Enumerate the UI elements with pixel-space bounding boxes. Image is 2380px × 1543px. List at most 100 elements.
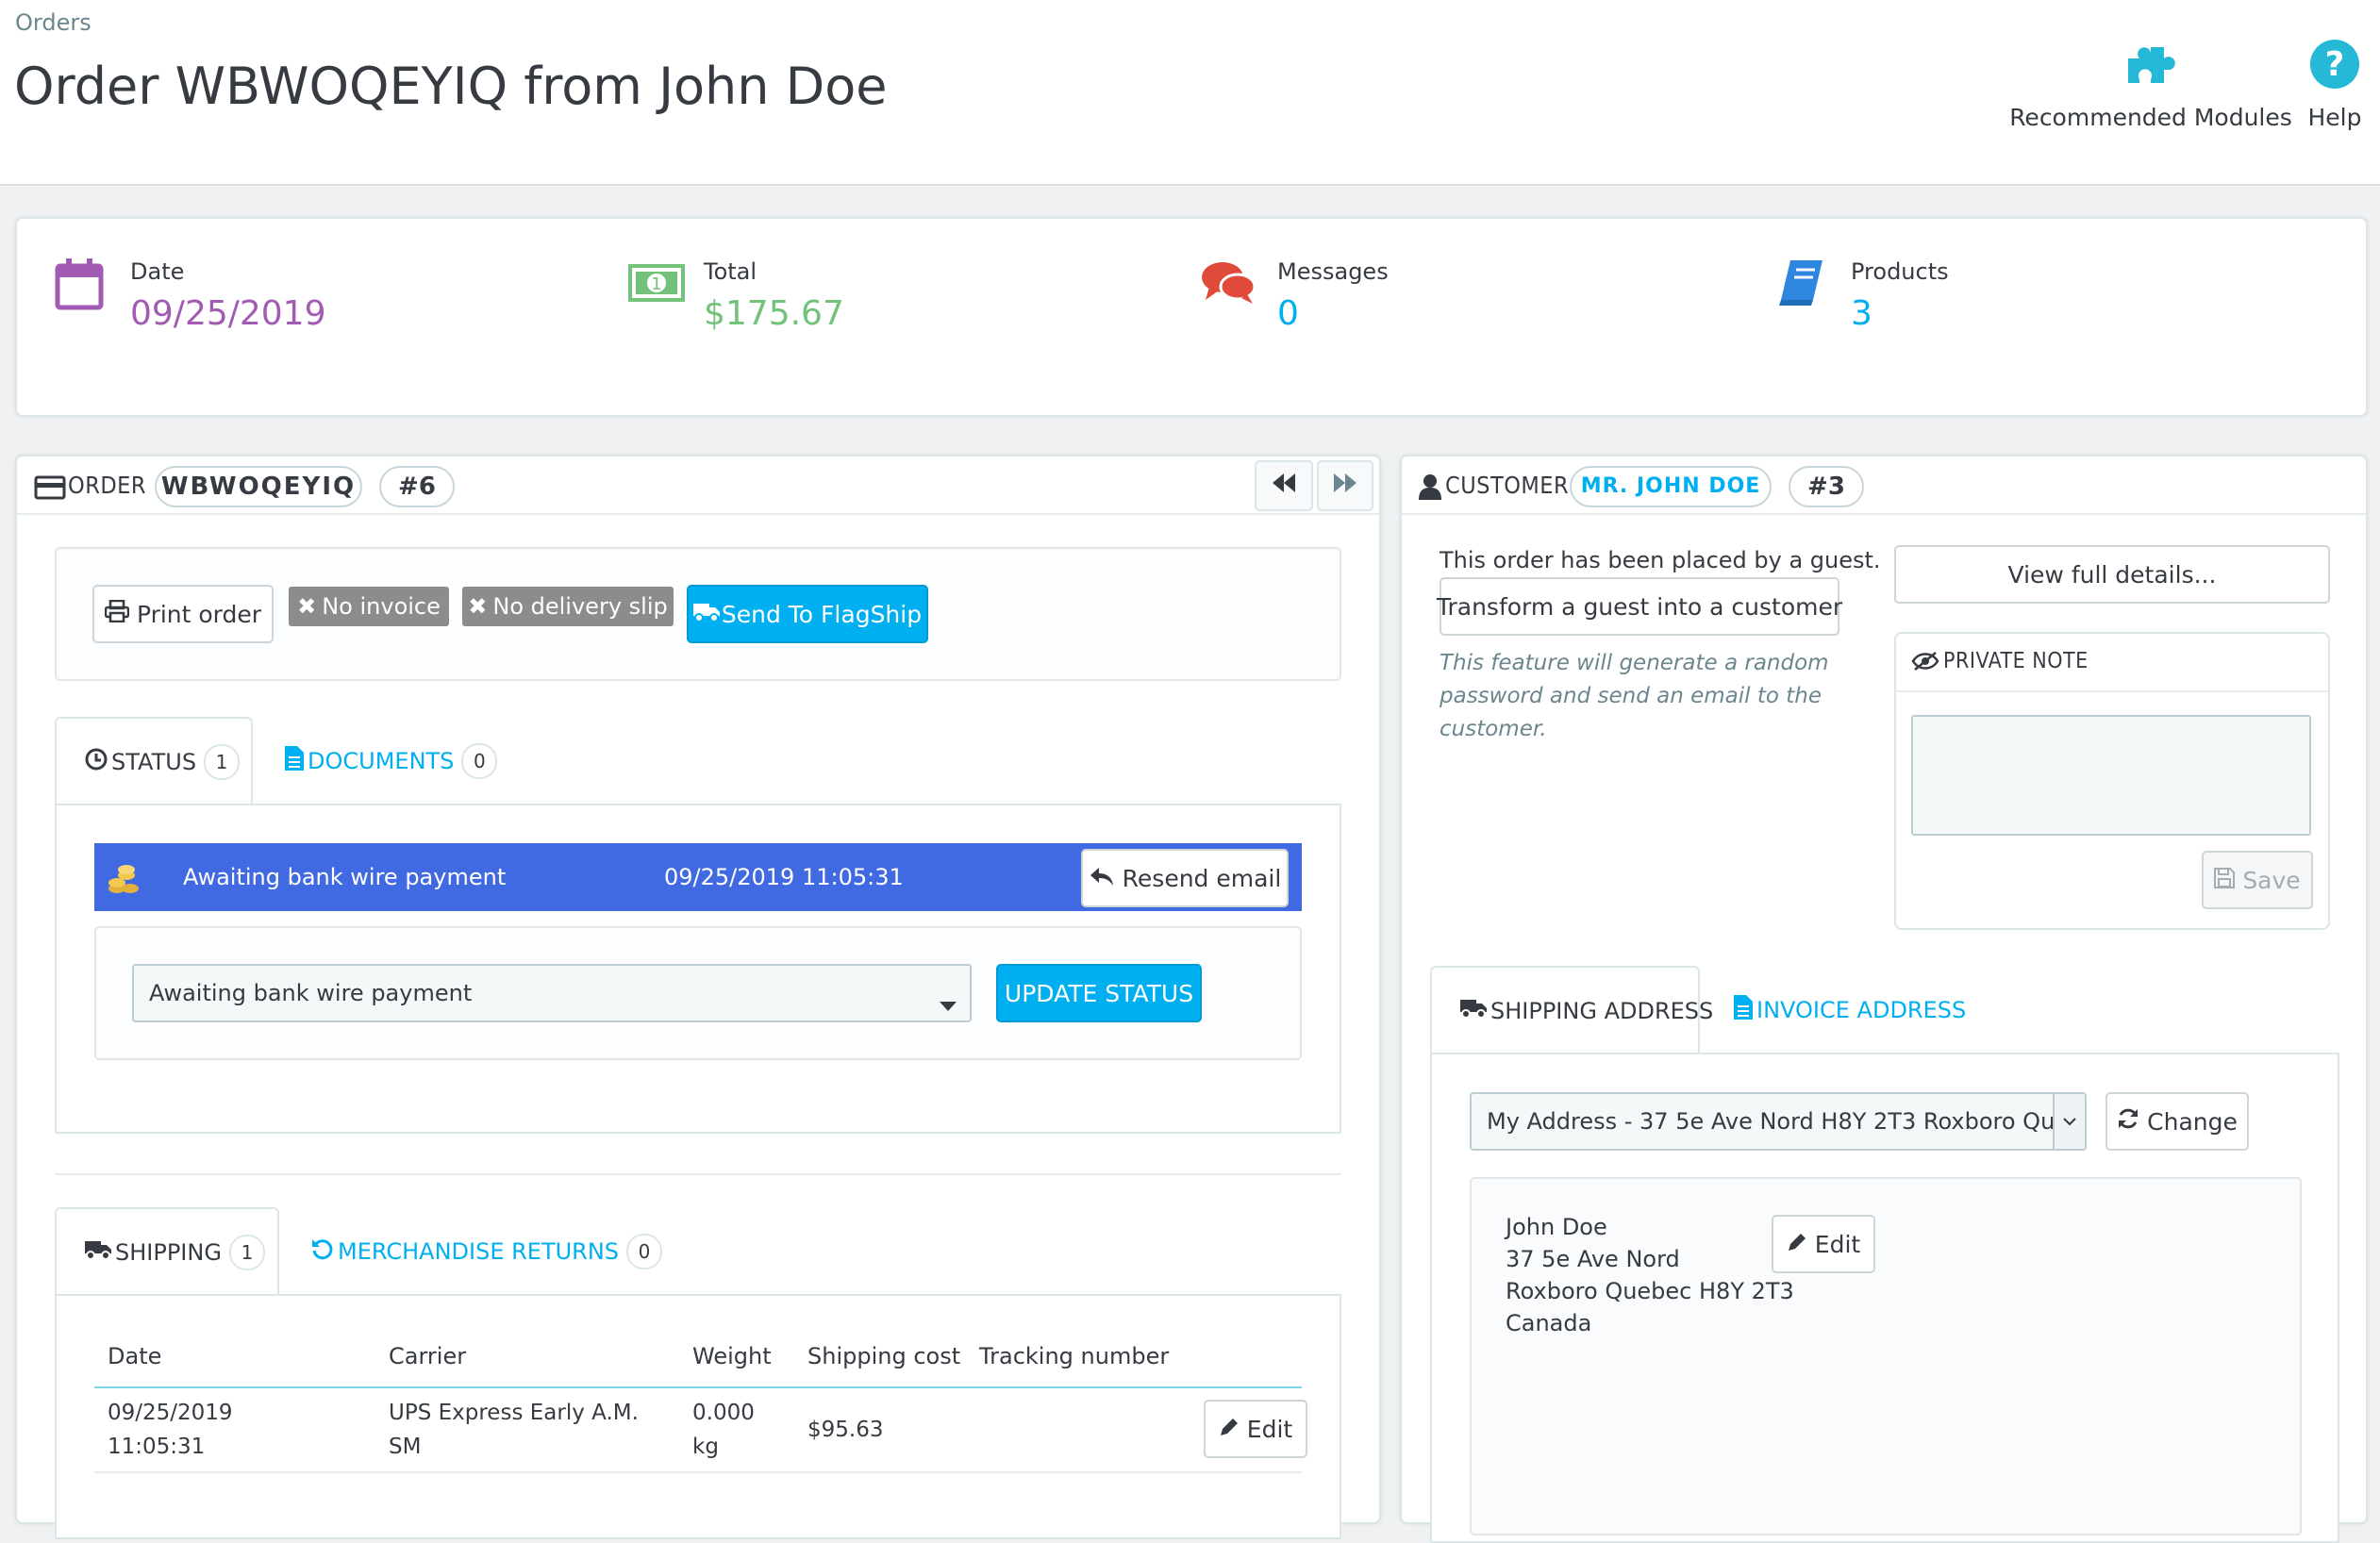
update-status-button[interactable]: UPDATE STATUS — [996, 964, 1202, 1022]
truck-icon — [692, 601, 720, 628]
status-update-well: Awaiting bank wire payment UPDATE STATUS — [94, 926, 1302, 1060]
kpi-panel: Date 09/25/2019 1 Total $175.67 Messages… — [15, 217, 2368, 417]
order-id-badge: #6 — [379, 466, 455, 507]
kpi-messages-value: 0 — [1277, 294, 1299, 333]
kpi-date-label: Date — [130, 258, 185, 285]
edit-shipping-label: Edit — [1246, 1415, 1293, 1443]
address-name: John Doe — [1506, 1214, 1607, 1240]
transform-guest-button[interactable]: Transform a guest into a customer — [1437, 577, 1842, 636]
change-address-button[interactable]: Change — [2105, 1092, 2249, 1151]
book-icon — [1777, 258, 1826, 311]
table-row-divider — [94, 1471, 1302, 1473]
no-delivery-slip-label: ✖ No delivery slip — [462, 587, 674, 626]
customer-heading: CUSTOMER — [1445, 472, 1570, 499]
column-header-weight: Weight — [692, 1343, 772, 1369]
tab-shipping[interactable]: SHIPPING 1 — [55, 1207, 279, 1296]
view-full-details-button[interactable]: View full details... — [1894, 545, 2330, 604]
shipping-tab-content: Date Carrier Weight Shipping cost Tracki… — [55, 1294, 1341, 1539]
tab-shipping-address[interactable]: SHIPPING ADDRESS — [1430, 966, 1713, 1054]
coins-icon — [108, 864, 140, 900]
column-header-carrier: Carrier — [389, 1343, 467, 1369]
address-city: Roxboro Quebec H8Y 2T3 — [1506, 1278, 1794, 1304]
address-street: 37 5e Ave Nord — [1506, 1246, 1680, 1272]
eye-slash-icon — [1911, 651, 1939, 675]
next-order-button[interactable] — [1317, 460, 1373, 511]
refresh-icon — [2117, 1107, 2139, 1136]
kpi-products-label: Products — [1851, 258, 1949, 285]
private-note-divider — [1896, 690, 2328, 692]
order-reference-badge: WBWOQEYIQ — [155, 466, 362, 507]
file-icon — [1734, 995, 1753, 1025]
reply-icon — [1089, 865, 1115, 892]
print-order-button[interactable]: Print order — [92, 585, 274, 643]
table-row-date: 09/25/2019 11:05:31 — [108, 1396, 233, 1464]
order-actions-well: Print order ✖ No invoice ✖ No delivery s… — [55, 547, 1341, 681]
tab-status[interactable]: STATUS 1 — [55, 717, 253, 805]
transform-help-line: customer. — [1440, 717, 1547, 741]
carrier-name: UPS Express Early A.M. — [389, 1401, 639, 1425]
edit-shipping-button[interactable]: Edit — [1204, 1400, 1307, 1458]
backward-icon — [1271, 472, 1297, 500]
column-header-tracking-number: Tracking number — [979, 1343, 1170, 1369]
order-heading: ORDER — [68, 472, 146, 499]
tab-documents[interactable]: DOCUMENTS 0 — [285, 717, 498, 805]
column-header-shipping-cost: Shipping cost — [807, 1343, 961, 1369]
tab-documents-label: DOCUMENTS — [308, 748, 455, 774]
previous-order-button[interactable] — [1255, 460, 1313, 511]
customer-id-badge: #3 — [1789, 466, 1864, 507]
help-button[interactable]: ? Help — [2302, 38, 2368, 131]
no-invoice-text: No invoice — [322, 593, 441, 620]
address-select[interactable]: My Address - 37 5e Ave Nord H8Y 2T3 Roxb… — [1470, 1092, 2087, 1151]
private-note-heading: PRIVATE NOTE — [1943, 649, 2089, 673]
puzzle-icon — [2009, 38, 2292, 91]
address-country: Canada — [1506, 1310, 1592, 1336]
save-note-button[interactable]: Save — [2202, 851, 2313, 909]
edit-address-button[interactable]: Edit — [1772, 1215, 1875, 1273]
kpi-date-value: 09/25/2019 — [130, 294, 326, 333]
calendar-icon — [55, 258, 104, 315]
table-row-cost: $95.63 — [807, 1418, 884, 1442]
status-select[interactable]: Awaiting bank wire payment — [132, 964, 972, 1022]
kpi-total-value: $175.67 — [704, 294, 844, 333]
send-to-flagship-button[interactable]: Send To FlagShip — [687, 585, 928, 643]
help-icon: ? — [2302, 38, 2368, 91]
section-divider — [55, 1173, 1341, 1175]
update-status-label: UPDATE STATUS — [1004, 979, 1194, 1007]
transform-help-line: password and send an email to the — [1440, 684, 1822, 708]
close-icon: ✖ — [468, 593, 488, 620]
resend-email-button[interactable]: Resend email — [1081, 849, 1289, 907]
file-icon — [285, 746, 304, 776]
credit-card-icon — [34, 475, 66, 504]
private-note-textarea[interactable] — [1911, 715, 2311, 836]
table-header-divider — [94, 1386, 1302, 1388]
customer-name-link[interactable]: MR. JOHN DOE — [1570, 466, 1772, 507]
address-select-value: My Address - 37 5e Ave Nord H8Y 2T3 Roxb… — [1487, 1108, 2087, 1135]
breadcrumb[interactable]: Orders — [15, 9, 92, 36]
history-status: Awaiting bank wire payment — [183, 864, 507, 890]
guest-notice: This order has been placed by a guest. — [1440, 547, 1881, 573]
order-panel: ORDER WBWOQEYIQ #6 Print order ✖ No invo… — [15, 455, 1381, 1539]
status-select-value: Awaiting bank wire payment — [149, 980, 473, 1006]
page-header: Orders Order WBWOQEYIQ from John Doe Rec… — [0, 0, 2380, 186]
customer-panel: CUSTOMER MR. JOHN DOE #3 This order has … — [1400, 455, 2368, 1543]
no-delivery-slip-text: No delivery slip — [492, 593, 668, 620]
tab-invoice-address[interactable]: INVOICE ADDRESS — [1734, 966, 1966, 1054]
caret-down-icon — [940, 990, 957, 1017]
chevron-down-icon — [2053, 1094, 2085, 1149]
save-note-label: Save — [2242, 866, 2301, 894]
print-order-label: Print order — [136, 600, 262, 628]
carrier-name-cont: SM — [389, 1435, 422, 1459]
user-icon — [1419, 473, 1441, 504]
documents-count-badge: 0 — [461, 743, 498, 779]
shipping-count-badge: 1 — [228, 1235, 265, 1270]
help-label: Help — [2307, 104, 2362, 131]
tab-shipping-address-label: SHIPPING ADDRESS — [1490, 998, 1714, 1024]
pencil-icon — [1219, 1416, 1240, 1443]
tab-merchandise-returns[interactable]: MERCHANDISE RETURNS 0 — [311, 1207, 663, 1296]
truck-icon — [1460, 998, 1487, 1024]
weight-unit: kg — [692, 1435, 719, 1459]
kpi-total-label: Total — [704, 258, 757, 285]
transform-help-line: This feature will generate a random — [1440, 651, 1829, 675]
history-date: 09/25/2019 11:05:31 — [664, 864, 904, 890]
recommended-modules-button[interactable]: Recommended Modules — [2009, 38, 2292, 131]
